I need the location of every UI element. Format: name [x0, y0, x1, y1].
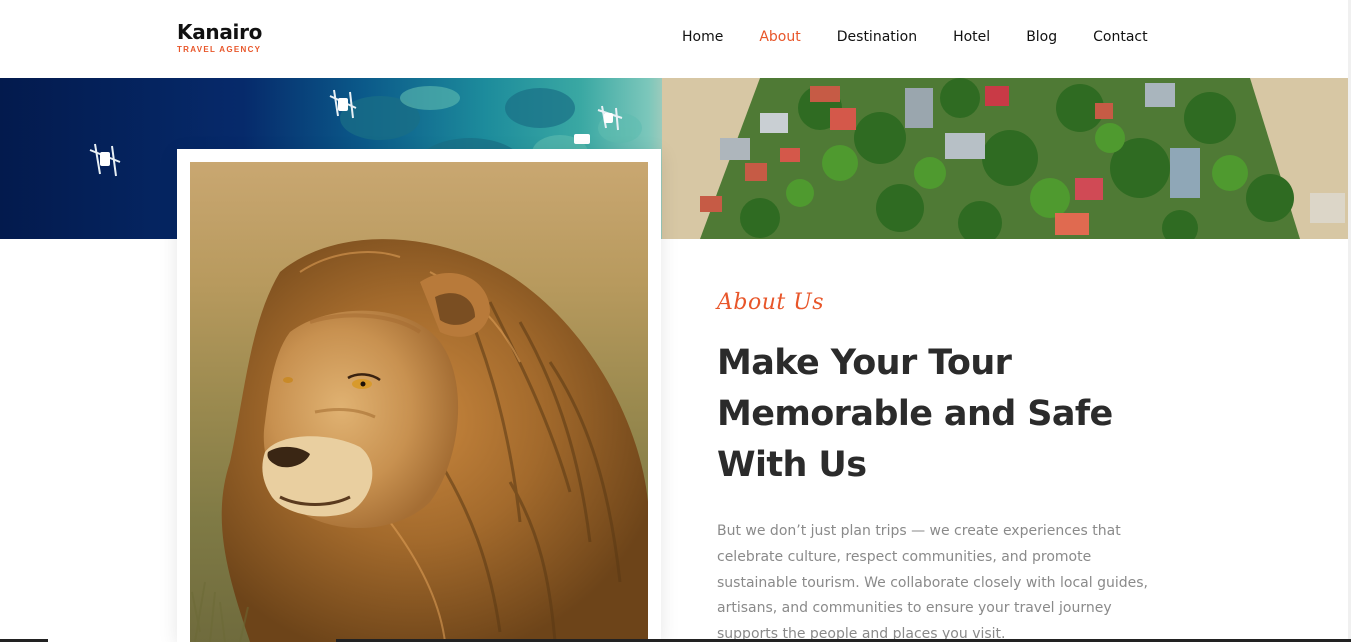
brand-name: Kanairo: [177, 20, 263, 44]
brand-tagline: TRAVEL AGENCY: [177, 45, 262, 54]
about-description: But we don’t just plan trips — we create…: [717, 523, 1148, 642]
about-eyebrow: About Us: [717, 290, 825, 315]
nav-blog-link[interactable]: Blog: [1026, 28, 1057, 46]
nav-contact-link[interactable]: Contact: [1093, 28, 1147, 46]
about-heading: Make Your Tour Memorable and Safe With U…: [717, 343, 1113, 485]
brand-logo[interactable]: Kanairo TRAVEL AGENCY: [177, 20, 262, 55]
nav-hotel-link[interactable]: Hotel: [953, 28, 990, 46]
site-header: Kanairo TRAVEL AGENCY Home About Destina…: [0, 0, 1351, 78]
about-section: About Us Make Your Tour Memorable and Sa…: [717, 288, 1177, 642]
nav-destination-link[interactable]: Destination: [837, 28, 917, 46]
nav-home-link[interactable]: Home: [682, 28, 723, 46]
nav-about-link[interactable]: About: [759, 28, 800, 46]
about-photo-frame: [177, 149, 661, 642]
main-nav: Home About Destination Hotel Blog Contac…: [682, 28, 1148, 46]
lion-photo: [190, 162, 648, 642]
